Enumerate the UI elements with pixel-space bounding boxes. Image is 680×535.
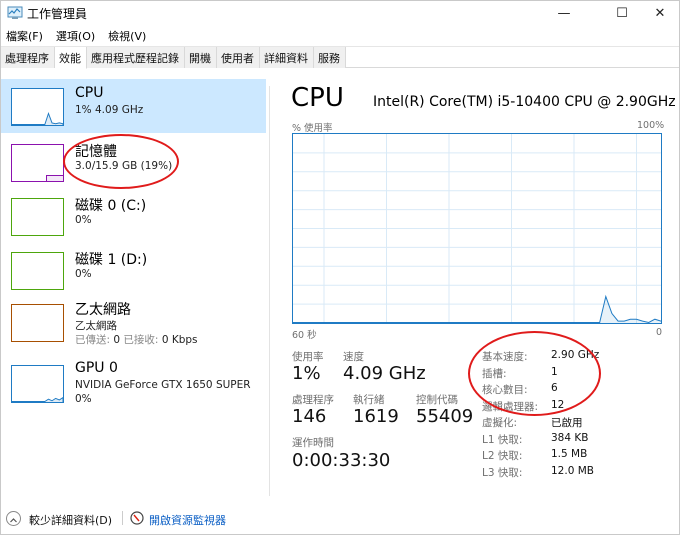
sidebar-gpu-usage: 0% — [75, 393, 92, 405]
speed-value: 4.09 GHz — [343, 363, 426, 384]
sidebar-item-memory[interactable]: 記憶體 3.0/15.9 GB (19%) — [1, 135, 266, 189]
task-manager-window: 工作管理員 — ☐ ✕ 檔案(F) 選項(O) 檢視(V) 處理程序 效能 應用… — [0, 0, 680, 535]
sidebar-disk-1-title: 磁碟 1 (D:) — [75, 252, 148, 268]
spec-label: 插槽: — [482, 367, 507, 380]
tab-startup[interactable]: 開機 — [185, 47, 217, 68]
menu-file[interactable]: 檔案(F) — [1, 26, 49, 46]
recv-label: 已接收: — [123, 334, 159, 346]
sent-label: 已傳送: — [75, 334, 111, 346]
close-button[interactable]: ✕ — [637, 1, 680, 26]
sidebar-item-disk-0[interactable]: 磁碟 0 (C:) 0% — [1, 189, 266, 243]
graph-y-label: % 使用率 — [292, 123, 333, 134]
footer-separator — [122, 511, 123, 525]
processes-value: 146 — [292, 406, 327, 427]
chevron-up-icon[interactable] — [6, 511, 21, 526]
tab-users[interactable]: 使用者 — [217, 47, 260, 68]
menu-options[interactable]: 選項(O) — [51, 26, 101, 46]
minimize-button[interactable]: — — [541, 1, 587, 26]
spec-label: L2 快取: — [482, 450, 523, 462]
cpu-sparkline-line — [12, 111, 63, 125]
spec-value: 6 — [551, 382, 558, 394]
threads-label: 執行緒 — [353, 394, 385, 406]
ethernet-sparkline — [11, 304, 64, 342]
sidebar-cpu-title: CPU — [75, 85, 104, 101]
spec-label: 虛擬化: — [482, 417, 518, 429]
sidebar-ethernet-throughput: 已傳送: 0 已接收: 0 Kbps — [75, 332, 198, 347]
cpu-model: Intel(R) Core(TM) i5-10400 CPU @ 2.90GHz — [373, 94, 676, 110]
spec-label: L1 快取: — [482, 433, 523, 446]
window-title: 工作管理員 — [27, 7, 88, 21]
uptime-value: 0:00:33:30 — [292, 450, 391, 471]
speed-label: 速度 — [343, 351, 364, 363]
utilization-label: 使用率 — [292, 351, 324, 363]
performance-sidebar: CPU 1% 4.09 GHz 記憶體 3.0/15.9 GB (19%) 磁碟… — [1, 77, 266, 497]
utilization-value: 1% — [292, 363, 321, 384]
handles-label: 控制代碼 — [416, 394, 458, 406]
spec-label: 核心數目: — [482, 384, 528, 396]
graph-x-left-label: 60 秒 — [292, 330, 317, 341]
title-bar: 工作管理員 — ☐ ✕ — [1, 1, 679, 26]
gpu-sparkline — [11, 365, 64, 403]
disk-0-sparkline — [11, 198, 64, 236]
sidebar-disk-0-title: 磁碟 0 (C:) — [75, 198, 147, 214]
uptime-label: 運作時間 — [292, 437, 334, 449]
processes-label: 處理程序 — [292, 394, 334, 406]
task-manager-icon — [7, 6, 23, 19]
graph-grid — [293, 134, 661, 323]
cpu-sparkline — [11, 88, 64, 126]
cpu-usage-area — [293, 296, 661, 323]
sidebar-item-ethernet[interactable]: 乙太網路 乙太網路 已傳送: 0 已接收: 0 Kbps — [1, 297, 266, 359]
spec-value: 2.90 GHz — [551, 349, 600, 361]
sidebar-item-cpu[interactable]: CPU 1% 4.09 GHz — [1, 79, 266, 133]
tab-processes[interactable]: 處理程序 — [1, 47, 55, 68]
sidebar-memory-title: 記憶體 — [75, 144, 117, 160]
sidebar-item-disk-1[interactable]: 磁碟 1 (D:) 0% — [1, 243, 266, 297]
recv-value: 0 Kbps — [161, 334, 198, 346]
spec-value: 384 KB — [551, 431, 589, 444]
sidebar-gpu-model: NVIDIA GeForce GTX 1650 SUPER — [75, 379, 251, 391]
memory-sparkline — [11, 144, 64, 182]
page-title: CPU — [291, 83, 344, 113]
sidebar-item-gpu-0[interactable]: GPU 0 NVIDIA GeForce GTX 1650 SUPER 0% — [1, 357, 266, 419]
spec-value: 1.5 MB — [551, 448, 588, 460]
cpu-usage-graph — [292, 133, 662, 324]
sidebar-cpu-usage: 1% 4.09 GHz — [75, 104, 144, 116]
graph-y-max-label: 100% — [637, 120, 665, 131]
sidebar-memory-usage: 3.0/15.9 GB (19%) — [75, 160, 173, 172]
graph-x-right-label: 0 — [656, 327, 663, 338]
menu-bar: 檔案(F) 選項(O) 檢視(V) — [1, 26, 679, 46]
sidebar-ethernet-title: 乙太網路 — [75, 302, 131, 318]
spec-value: 已啟用 — [551, 417, 583, 429]
open-resource-monitor-link[interactable]: 開啟資源監視器 — [149, 512, 226, 528]
menu-view[interactable]: 檢視(V) — [103, 26, 152, 46]
spec-label: 邏輯處理器: — [482, 400, 539, 413]
sidebar-ethernet-adapter: 乙太網路 — [75, 320, 117, 332]
disk-1-sparkline — [11, 252, 64, 290]
spec-label: 基本速度: — [482, 351, 528, 363]
fewer-details-button[interactable]: 較少詳細資料(D) — [29, 512, 112, 528]
tab-services[interactable]: 服務 — [314, 47, 346, 68]
tab-bar: 處理程序 效能 應用程式歷程記錄 開機 使用者 詳細資料 服務 — [1, 46, 679, 69]
spec-value: 1 — [551, 365, 558, 378]
sent-value: 0 — [113, 334, 121, 346]
handles-value: 55409 — [416, 406, 474, 427]
threads-value: 1619 — [353, 406, 399, 427]
sidebar-disk-1-usage: 0% — [75, 268, 92, 280]
gpu-sparkline-line — [12, 396, 63, 402]
sidebar-gpu-title: GPU 0 — [75, 360, 118, 376]
memory-sparkline-fill — [46, 175, 63, 181]
spec-label: L3 快取: — [482, 466, 523, 479]
tab-app-history[interactable]: 應用程式歷程記錄 — [87, 47, 185, 68]
tab-details[interactable]: 詳細資料 — [260, 47, 314, 68]
resource-monitor-icon[interactable] — [130, 511, 144, 525]
spec-value: 12.0 MB — [551, 464, 594, 477]
spec-value: 12 — [551, 398, 565, 411]
sidebar-disk-0-usage: 0% — [75, 214, 92, 226]
tab-performance[interactable]: 效能 — [55, 47, 87, 69]
sidebar-divider — [269, 86, 270, 496]
